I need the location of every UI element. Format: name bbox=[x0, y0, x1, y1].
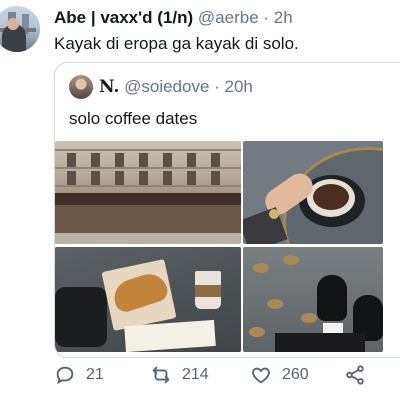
leaf bbox=[253, 263, 269, 273]
author-avatar[interactable] bbox=[0, 6, 40, 52]
building-window bbox=[187, 171, 196, 185]
building-window bbox=[91, 153, 100, 167]
reply-count: 21 bbox=[86, 366, 104, 383]
building-ledge bbox=[55, 149, 241, 151]
street bbox=[55, 233, 241, 244]
building-ledge bbox=[55, 185, 241, 187]
photo-coffee-cup[interactable] bbox=[243, 141, 383, 244]
cafe-awning bbox=[55, 193, 241, 205]
shoe-left bbox=[317, 275, 347, 321]
leaf bbox=[267, 299, 283, 309]
cup-sleeve bbox=[195, 285, 221, 297]
quoted-author-handle-time[interactable]: @soiedove · 20h bbox=[124, 77, 253, 96]
retweet-icon bbox=[152, 366, 170, 384]
retweet-button[interactable]: 214 bbox=[150, 364, 209, 386]
building-window bbox=[139, 171, 148, 185]
sock bbox=[323, 323, 343, 333]
photo-croissant-coffee[interactable] bbox=[55, 247, 241, 352]
author-handle-time[interactable]: @aerbe · 2h bbox=[198, 8, 293, 27]
building-window bbox=[163, 171, 172, 185]
building-window bbox=[211, 171, 220, 185]
like-count: 260 bbox=[282, 366, 309, 383]
building-window bbox=[115, 171, 124, 185]
photo-grid bbox=[55, 141, 383, 357]
share-button[interactable] bbox=[344, 364, 366, 386]
quoted-tweet-header: N. @soiedove · 20h bbox=[99, 77, 253, 97]
retweet-count: 214 bbox=[182, 366, 209, 383]
building-window bbox=[187, 153, 196, 167]
reply-icon bbox=[56, 366, 74, 385]
photo-cafe-building[interactable] bbox=[55, 141, 241, 244]
leaf bbox=[249, 327, 265, 337]
tweet-header: Abe | vaxx'd (1/n) @aerbe · 2h bbox=[54, 8, 293, 28]
photo-shoes[interactable] bbox=[243, 247, 383, 352]
leaf bbox=[301, 313, 317, 323]
quoted-tweet[interactable]: N. @soiedove · 20h solo coffee dates bbox=[54, 62, 400, 358]
leaf bbox=[283, 255, 299, 265]
building-window bbox=[115, 153, 124, 167]
author-name[interactable]: Abe | vaxx'd (1/n) bbox=[54, 8, 193, 27]
trouser-hem bbox=[275, 333, 365, 352]
quoted-author-name[interactable]: N. bbox=[99, 77, 119, 97]
coffee bbox=[313, 184, 349, 210]
building-ledge bbox=[55, 167, 241, 169]
building-window bbox=[67, 171, 76, 185]
wristwatch bbox=[269, 209, 279, 219]
like-icon bbox=[252, 367, 270, 384]
quoted-author-avatar[interactable] bbox=[69, 75, 93, 99]
share-icon bbox=[346, 365, 364, 385]
like-button[interactable]: 260 bbox=[250, 364, 309, 386]
tweet-actions: 21 214 260 bbox=[54, 362, 400, 390]
building-window bbox=[211, 153, 220, 167]
cafe-terrace bbox=[55, 205, 241, 233]
building-window bbox=[67, 153, 76, 167]
building-window bbox=[139, 153, 148, 167]
quoted-tweet-text: solo coffee dates bbox=[69, 109, 198, 128]
avatar-head bbox=[7, 18, 19, 30]
tweet[interactable]: Abe | vaxx'd (1/n) @aerbe · 2h Kayak di … bbox=[0, 0, 400, 400]
building-window bbox=[91, 171, 100, 185]
reply-button[interactable]: 21 bbox=[54, 364, 104, 386]
tweet-text: Kayak di eropa ga kayak di solo. bbox=[54, 34, 299, 53]
building-window bbox=[163, 153, 172, 167]
bag bbox=[55, 287, 107, 347]
